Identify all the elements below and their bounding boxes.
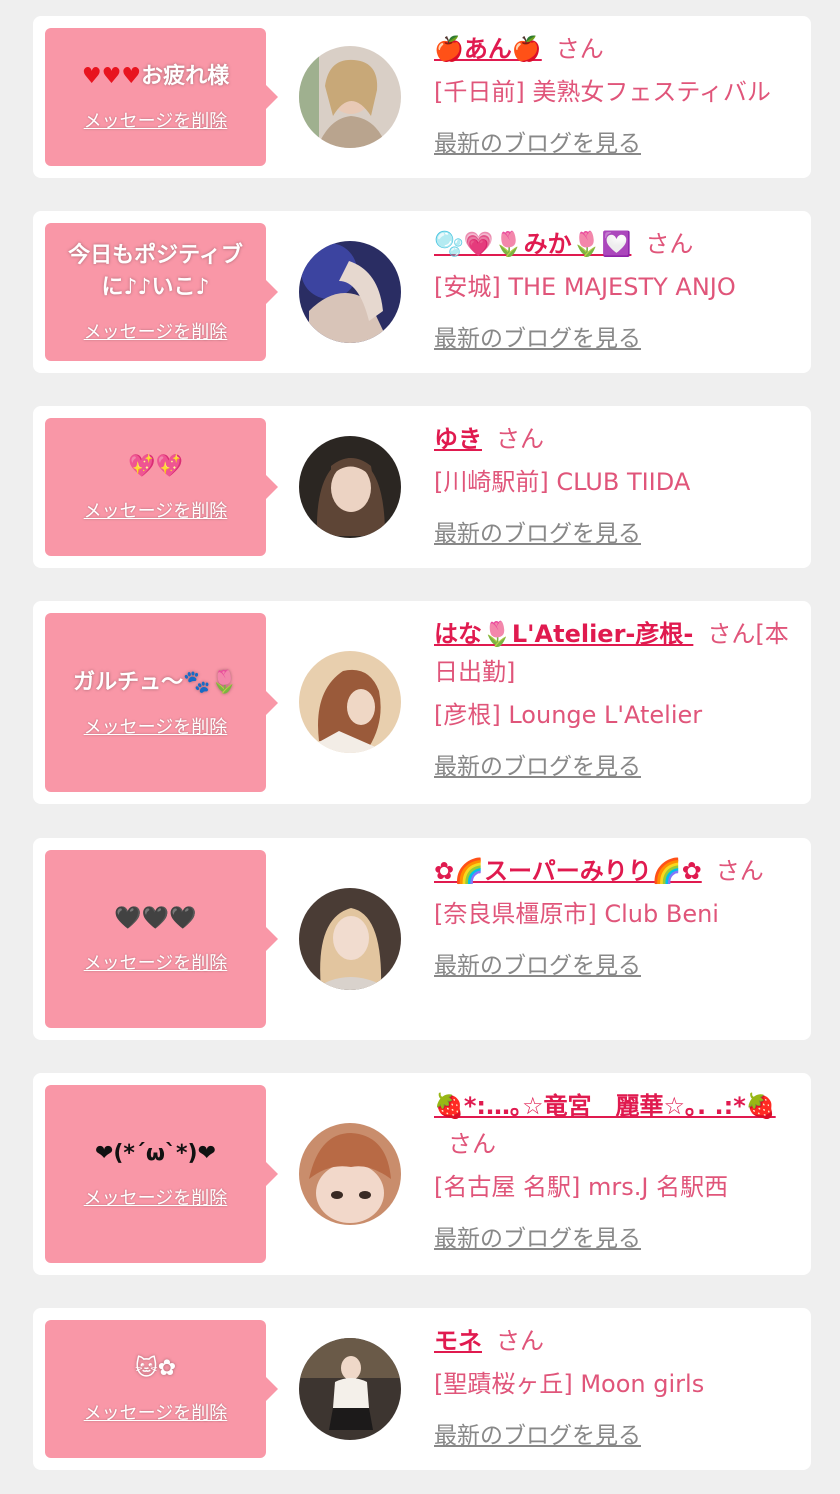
delete-message-link[interactable]: メッセージを削除 [84, 1184, 228, 1210]
message-bubble: 🐱✿ メッセージを削除 [45, 1320, 278, 1458]
latest-blog-link[interactable]: 最新のブログを見る [434, 1219, 641, 1253]
honorific: さん [448, 1130, 496, 1158]
shop-name: [奈良県橿原市] Club Beni [434, 900, 719, 928]
delete-message-link[interactable]: メッセージを削除 [84, 713, 228, 739]
avatar[interactable] [299, 1123, 401, 1225]
message-list: ♥♥♥お疲れ様 メッセージを削除 🍎あん🍎 さん [千日前] 美熟女フェスティバル… [0, 0, 840, 1494]
honorific: さん [496, 425, 544, 453]
girl-name-link[interactable]: 🍓*:…｡☆竜宮 麗華☆｡. .:*🍓 [434, 1092, 776, 1120]
message-text: 今日もポジティブ に♪♪いこ♪ [68, 243, 243, 300]
girl-name-link[interactable]: モネ [434, 1327, 482, 1355]
honorific: さん [715, 857, 764, 885]
girl-name-link[interactable]: はな🌷L'Atelier-彦根- [434, 620, 693, 648]
delete-message-link[interactable]: メッセージを削除 [84, 1399, 228, 1425]
shop-name: [名古屋 名駅] mrs.J 名駅西 [434, 1173, 729, 1201]
message-text: 💖💖 [128, 454, 183, 479]
shop-name: [千日前] 美熟女フェスティバル [434, 78, 771, 106]
shop-name: [安城] THE MAJESTY ANJO [434, 273, 736, 301]
shop-name: [川崎駅前] CLUB TIIDA [434, 468, 691, 496]
delete-message-link[interactable]: メッセージを削除 [84, 318, 228, 344]
hearts-decoration: ♥♥♥ [81, 64, 142, 89]
shop-name: [彦根] Lounge L'Atelier [434, 701, 703, 729]
message-card: ❤(*´ω`*)❤ メッセージを削除 🍓*:…｡☆竜宮 麗華☆｡. .:*🍓 さん… [33, 1073, 811, 1275]
message-card: 🐱✿ メッセージを削除 モネ さん [聖蹟桜ヶ丘] Moon girls 最新のブ… [33, 1308, 811, 1470]
message-card: 🖤🖤🖤 メッセージを削除 ✿🌈スーパーみりり🌈✿ さん [奈良県橿原市] Club… [33, 838, 811, 1040]
honorific: さん [496, 1327, 544, 1355]
honorific: さん [645, 230, 694, 258]
entry-info: 🫧💗🌷みか🌷💟 さん [安城] THE MAJESTY ANJO 最新のブログを見… [434, 225, 795, 353]
message-bubble: ❤(*´ω`*)❤ メッセージを削除 [45, 1085, 278, 1263]
message-bubble: ガルチュ〜🐾🌷 メッセージを削除 [45, 613, 278, 792]
message-bubble: ♥♥♥お疲れ様 メッセージを削除 [45, 28, 278, 166]
delete-message-link[interactable]: メッセージを削除 [84, 497, 228, 523]
honorific: さん [555, 35, 604, 63]
girl-name-link[interactable]: ゆき [434, 425, 482, 453]
message-text: ガルチュ〜🐾🌷 [73, 669, 238, 695]
message-text: 🖤🖤🖤 [114, 906, 197, 931]
girl-name-link[interactable]: 🫧💗🌷みか🌷💟 [434, 230, 631, 258]
girl-name-link[interactable]: ✿🌈スーパーみりり🌈✿ [434, 857, 702, 885]
avatar[interactable] [299, 651, 401, 753]
message-card: 💖💖 メッセージを削除 ゆき さん [川崎駅前] CLUB TIIDA 最新のブロ… [33, 406, 811, 568]
message-bubble: 今日もポジティブ に♪♪いこ♪ メッセージを削除 [45, 223, 278, 361]
entry-info: ゆき さん [川崎駅前] CLUB TIIDA 最新のブログを見る [434, 420, 795, 548]
message-card: ガルチュ〜🐾🌷 メッセージを削除 はな🌷L'Atelier-彦根- さん[本日出勤… [33, 601, 811, 804]
entry-info: はな🌷L'Atelier-彦根- さん[本日出勤] [彦根] Lounge L'A… [434, 615, 795, 781]
message-card: 今日もポジティブ に♪♪いこ♪ メッセージを削除 🫧💗🌷みか🌷💟 さん [安城] … [33, 211, 811, 373]
delete-message-link[interactable]: メッセージを削除 [84, 107, 228, 133]
avatar[interactable] [299, 1338, 401, 1440]
shop-name: [聖蹟桜ヶ丘] Moon girls [434, 1370, 705, 1398]
latest-blog-link[interactable]: 最新のブログを見る [434, 124, 641, 158]
message-bubble: 🖤🖤🖤 メッセージを削除 [45, 850, 278, 1028]
entry-info: ✿🌈スーパーみりり🌈✿ さん [奈良県橿原市] Club Beni 最新のブログを… [434, 852, 795, 980]
entry-info: 🍎あん🍎 さん [千日前] 美熟女フェスティバル 最新のブログを見る [434, 30, 795, 158]
message-text: ❤(*´ω`*)❤ [94, 1141, 217, 1166]
latest-blog-link[interactable]: 最新のブログを見る [434, 514, 641, 548]
message-bubble: 💖💖 メッセージを削除 [45, 418, 278, 556]
entry-info: 🍓*:…｡☆竜宮 麗華☆｡. .:*🍓 さん [名古屋 名駅] mrs.J 名駅西… [434, 1087, 795, 1253]
message-text: 🐱✿ [134, 1356, 177, 1381]
avatar[interactable] [299, 888, 401, 990]
delete-message-link[interactable]: メッセージを削除 [84, 949, 228, 975]
latest-blog-link[interactable]: 最新のブログを見る [434, 747, 641, 781]
avatar[interactable] [299, 241, 401, 343]
avatar[interactable] [299, 46, 401, 148]
avatar[interactable] [299, 436, 401, 538]
latest-blog-link[interactable]: 最新のブログを見る [434, 319, 641, 353]
latest-blog-link[interactable]: 最新のブログを見る [434, 946, 641, 980]
message-card: ♥♥♥お疲れ様 メッセージを削除 🍎あん🍎 さん [千日前] 美熟女フェスティバル… [33, 16, 811, 178]
entry-info: モネ さん [聖蹟桜ヶ丘] Moon girls 最新のブログを見る [434, 1322, 795, 1450]
message-text: ♥♥♥お疲れ様 [81, 64, 230, 89]
latest-blog-link[interactable]: 最新のブログを見る [434, 1416, 641, 1450]
girl-name-link[interactable]: 🍎あん🍎 [434, 35, 542, 63]
